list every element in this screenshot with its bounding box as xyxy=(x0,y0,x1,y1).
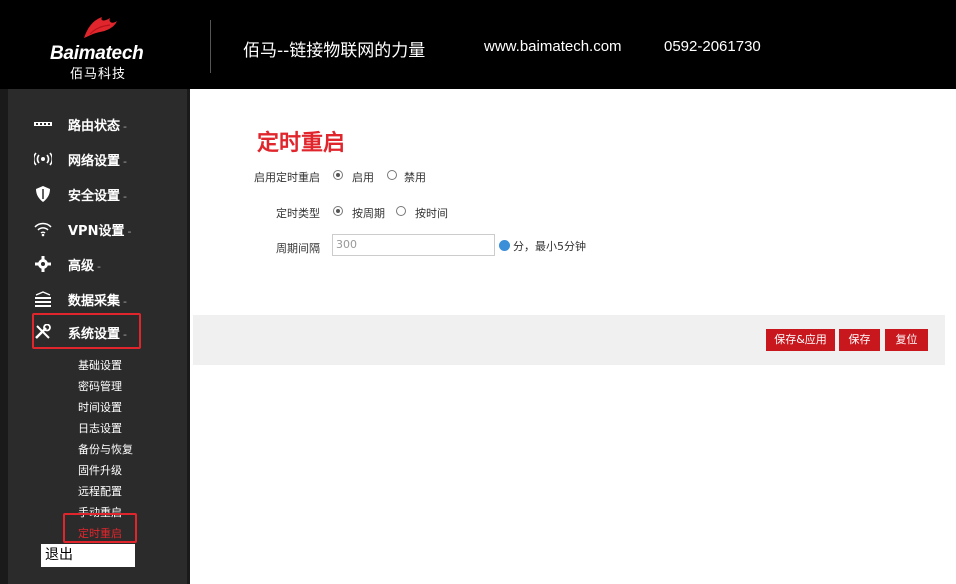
sidebar-item-label: 高级 xyxy=(68,259,95,274)
sidebar-item-label: VPN设置 xyxy=(68,224,125,239)
submenu-firmware[interactable]: 固件升级 xyxy=(78,462,122,478)
logout-button[interactable]: 退出 xyxy=(41,544,135,567)
sidebar-item-vpn[interactable]: VPN设置 - xyxy=(8,214,187,244)
main-content: 定时重启 启用定时重启 启用 禁用 定时类型 按周期 按时间 周期间隔 300 … xyxy=(190,89,956,584)
logo-text-en: Baimatech xyxy=(50,43,144,64)
type-radio-cycle[interactable] xyxy=(333,206,343,216)
sidebar-item-network[interactable]: 网络设置 - xyxy=(8,144,187,174)
header: Baimatech 佰马科技 佰马--链接物联网的力量 www.baimatec… xyxy=(0,0,956,89)
submenu-time[interactable]: 时间设置 xyxy=(78,399,122,415)
interval-input[interactable]: 300 xyxy=(332,234,495,256)
sidebar-item-label: 数据采集 xyxy=(68,294,121,309)
sidebar-item-label: 安全设置 xyxy=(68,189,121,204)
gear-icon xyxy=(34,256,52,272)
logo-text-cn: 佰马科技 xyxy=(70,67,127,82)
header-slogan: 佰马--链接物联网的力量 xyxy=(243,41,426,61)
action-bar: 保存&应用 保存 复位 xyxy=(193,315,945,365)
shield-icon xyxy=(34,186,52,202)
submenu-backup[interactable]: 备份与恢复 xyxy=(78,441,133,457)
sidebar-item-security[interactable]: 安全设置 - xyxy=(8,179,187,209)
header-divider xyxy=(210,20,211,73)
logo: Baimatech 佰马科技 xyxy=(40,10,160,82)
sidebar: 路由状态 - 网络设置 - 安全设置 - VPN设置 - 高级 - 数据采集 - 系统设 xyxy=(8,89,187,584)
sidebar-item-data-collect[interactable]: 数据采集 - xyxy=(8,284,187,314)
submenu-password[interactable]: 密码管理 xyxy=(78,378,122,394)
system-settings-highlight xyxy=(32,313,141,349)
header-phone: 0592-2061730 xyxy=(664,38,761,55)
enable-radio-off[interactable] xyxy=(387,170,397,180)
submenu-remote-config[interactable]: 远程配置 xyxy=(78,483,122,499)
type-label: 定时类型 xyxy=(276,207,320,220)
interval-help-text: 分，最小5分钟 xyxy=(513,240,586,253)
horse-logo-icon xyxy=(84,17,117,38)
ethernet-icon xyxy=(34,116,52,132)
enable-radio-on[interactable] xyxy=(333,170,343,180)
save-apply-button[interactable]: 保存&应用 xyxy=(766,329,835,351)
enable-option-on: 启用 xyxy=(352,171,374,184)
reset-button[interactable]: 复位 xyxy=(885,329,928,351)
sidebar-item-label: 路由状态 xyxy=(68,119,121,134)
sidebar-item-advanced[interactable]: 高级 - xyxy=(8,249,187,279)
wifi-icon xyxy=(34,221,52,237)
signal-icon xyxy=(32,151,54,167)
help-icon xyxy=(499,240,510,251)
type-radio-time[interactable] xyxy=(396,206,406,216)
scheduled-reboot-highlight xyxy=(63,513,137,543)
submenu-basic-settings[interactable]: 基础设置 xyxy=(78,357,122,373)
interval-label: 周期间隔 xyxy=(276,242,320,255)
save-button[interactable]: 保存 xyxy=(839,329,880,351)
sidebar-item-route-status[interactable]: 路由状态 - xyxy=(8,109,187,139)
data-collect-icon xyxy=(34,291,52,307)
type-option-time: 按时间 xyxy=(415,207,448,220)
enable-label: 启用定时重启 xyxy=(254,171,320,184)
page-title: 定时重启 xyxy=(257,131,346,156)
submenu-log[interactable]: 日志设置 xyxy=(78,420,122,436)
enable-option-off: 禁用 xyxy=(404,171,426,184)
header-url: www.baimatech.com xyxy=(484,38,622,55)
sidebar-item-label: 网络设置 xyxy=(68,154,121,169)
type-option-cycle: 按周期 xyxy=(352,207,385,220)
